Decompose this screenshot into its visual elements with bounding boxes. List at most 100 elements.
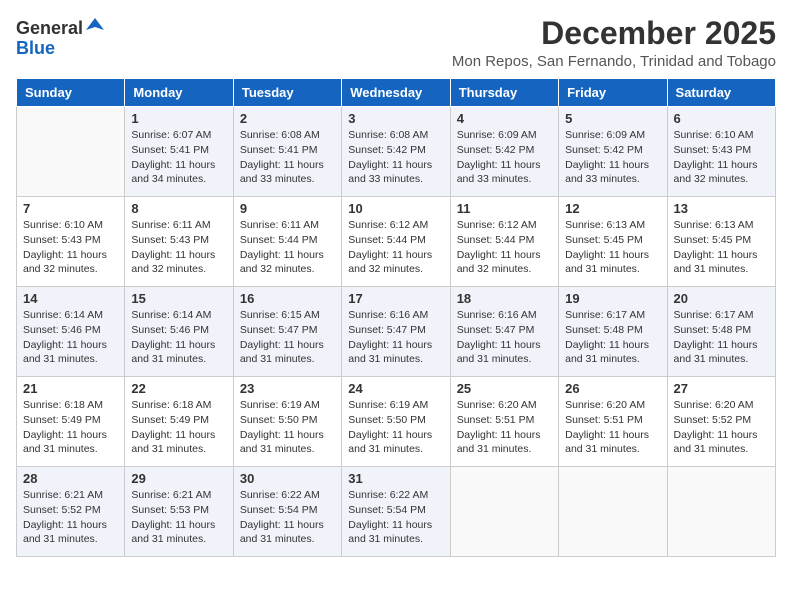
day-info: Sunrise: 6:22 AMSunset: 5:54 PMDaylight:… bbox=[240, 488, 335, 547]
day-number: 21 bbox=[23, 381, 118, 396]
day-number: 13 bbox=[674, 201, 769, 216]
calendar-day-cell: 31 Sunrise: 6:22 AMSunset: 5:54 PMDayligh… bbox=[342, 467, 450, 557]
page-header: General Blue December 2025 Mon Repos, Sa… bbox=[16, 16, 776, 70]
day-info: Sunrise: 6:20 AMSunset: 5:52 PMDaylight:… bbox=[674, 398, 769, 457]
weekday-header: Thursday bbox=[450, 79, 558, 107]
day-info: Sunrise: 6:20 AMSunset: 5:51 PMDaylight:… bbox=[457, 398, 552, 457]
calendar-day-cell: 15 Sunrise: 6:14 AMSunset: 5:46 PMDayligh… bbox=[125, 287, 233, 377]
calendar-day-cell: 6 Sunrise: 6:10 AMSunset: 5:43 PMDaylight… bbox=[667, 107, 775, 197]
day-info: Sunrise: 6:18 AMSunset: 5:49 PMDaylight:… bbox=[131, 398, 226, 457]
day-info: Sunrise: 6:07 AMSunset: 5:41 PMDaylight:… bbox=[131, 128, 226, 187]
day-number: 7 bbox=[23, 201, 118, 216]
calendar-day-cell: 27 Sunrise: 6:20 AMSunset: 5:52 PMDayligh… bbox=[667, 377, 775, 467]
calendar-day-cell: 7Sunrise: 6:10 AMSunset: 5:43 PMDaylight… bbox=[17, 197, 125, 287]
calendar-day-cell: 2 Sunrise: 6:08 AMSunset: 5:41 PMDaylight… bbox=[233, 107, 341, 197]
calendar-header-row: SundayMondayTuesdayWednesdayThursdayFrid… bbox=[17, 79, 776, 107]
calendar-day-cell: 4Sunrise: 6:09 AMSunset: 5:42 PMDaylight… bbox=[450, 107, 558, 197]
calendar-day-cell: 3Sunrise: 6:08 AMSunset: 5:42 PMDaylight… bbox=[342, 107, 450, 197]
calendar-day-cell bbox=[450, 467, 558, 557]
calendar-week-row: 21 Sunrise: 6:18 AMSunset: 5:49 PMDayligh… bbox=[17, 377, 776, 467]
day-number: 27 bbox=[674, 381, 769, 396]
day-info: Sunrise: 6:09 AMSunset: 5:42 PMDaylight:… bbox=[565, 128, 660, 187]
day-number: 1 bbox=[131, 111, 226, 126]
day-info: Sunrise: 6:11 AMSunset: 5:44 PMDaylight:… bbox=[240, 218, 335, 277]
day-number: 5 bbox=[565, 111, 660, 126]
calendar-day-cell: 10 Sunrise: 6:12 AMSunset: 5:44 PMDayligh… bbox=[342, 197, 450, 287]
day-info: Sunrise: 6:11 AMSunset: 5:43 PMDaylight:… bbox=[131, 218, 226, 277]
calendar-week-row: 14Sunrise: 6:14 AMSunset: 5:46 PMDayligh… bbox=[17, 287, 776, 377]
day-number: 8 bbox=[131, 201, 226, 216]
weekday-header: Wednesday bbox=[342, 79, 450, 107]
day-info: Sunrise: 6:14 AMSunset: 5:46 PMDaylight:… bbox=[23, 308, 118, 367]
day-info: Sunrise: 6:14 AMSunset: 5:46 PMDaylight:… bbox=[131, 308, 226, 367]
weekday-header: Friday bbox=[559, 79, 667, 107]
day-info: Sunrise: 6:16 AMSunset: 5:47 PMDaylight:… bbox=[348, 308, 443, 367]
day-number: 2 bbox=[240, 111, 335, 126]
day-info: Sunrise: 6:15 AMSunset: 5:47 PMDaylight:… bbox=[240, 308, 335, 367]
logo-blue-text: Blue bbox=[16, 38, 55, 58]
day-number: 12 bbox=[565, 201, 660, 216]
calendar-day-cell: 24 Sunrise: 6:19 AMSunset: 5:50 PMDayligh… bbox=[342, 377, 450, 467]
day-info: Sunrise: 6:19 AMSunset: 5:50 PMDaylight:… bbox=[348, 398, 443, 457]
day-info: Sunrise: 6:12 AMSunset: 5:44 PMDaylight:… bbox=[457, 218, 552, 277]
day-number: 30 bbox=[240, 471, 335, 486]
calendar-week-row: 7Sunrise: 6:10 AMSunset: 5:43 PMDaylight… bbox=[17, 197, 776, 287]
day-info: Sunrise: 6:21 AMSunset: 5:52 PMDaylight:… bbox=[23, 488, 118, 547]
calendar-day-cell: 29Sunrise: 6:21 AMSunset: 5:53 PMDayligh… bbox=[125, 467, 233, 557]
day-number: 15 bbox=[131, 291, 226, 306]
day-info: Sunrise: 6:13 AMSunset: 5:45 PMDaylight:… bbox=[674, 218, 769, 277]
logo-bird-icon bbox=[86, 16, 104, 34]
calendar-day-cell: 18 Sunrise: 6:16 AMSunset: 5:47 PMDayligh… bbox=[450, 287, 558, 377]
calendar-day-cell: 21 Sunrise: 6:18 AMSunset: 5:49 PMDayligh… bbox=[17, 377, 125, 467]
day-number: 16 bbox=[240, 291, 335, 306]
logo: General Blue bbox=[16, 16, 104, 59]
day-number: 24 bbox=[348, 381, 443, 396]
calendar-day-cell: 13 Sunrise: 6:13 AMSunset: 5:45 PMDayligh… bbox=[667, 197, 775, 287]
weekday-header: Monday bbox=[125, 79, 233, 107]
day-number: 10 bbox=[348, 201, 443, 216]
location-subtitle: Mon Repos, San Fernando, Trinidad and To… bbox=[452, 53, 776, 70]
month-title: December 2025 bbox=[452, 16, 776, 51]
day-info: Sunrise: 6:20 AMSunset: 5:51 PMDaylight:… bbox=[565, 398, 660, 457]
calendar-day-cell: 17Sunrise: 6:16 AMSunset: 5:47 PMDayligh… bbox=[342, 287, 450, 377]
day-number: 31 bbox=[348, 471, 443, 486]
day-number: 22 bbox=[131, 381, 226, 396]
day-number: 20 bbox=[674, 291, 769, 306]
day-info: Sunrise: 6:08 AMSunset: 5:41 PMDaylight:… bbox=[240, 128, 335, 187]
day-info: Sunrise: 6:17 AMSunset: 5:48 PMDaylight:… bbox=[674, 308, 769, 367]
calendar-table: SundayMondayTuesdayWednesdayThursdayFrid… bbox=[16, 78, 776, 557]
calendar-day-cell: 28 Sunrise: 6:21 AMSunset: 5:52 PMDayligh… bbox=[17, 467, 125, 557]
day-info: Sunrise: 6:19 AMSunset: 5:50 PMDaylight:… bbox=[240, 398, 335, 457]
day-info: Sunrise: 6:08 AMSunset: 5:42 PMDaylight:… bbox=[348, 128, 443, 187]
calendar-day-cell bbox=[559, 467, 667, 557]
calendar-day-cell: 16 Sunrise: 6:15 AMSunset: 5:47 PMDayligh… bbox=[233, 287, 341, 377]
day-number: 6 bbox=[674, 111, 769, 126]
calendar-day-cell: 26 Sunrise: 6:20 AMSunset: 5:51 PMDayligh… bbox=[559, 377, 667, 467]
calendar-day-cell: 11 Sunrise: 6:12 AMSunset: 5:44 PMDayligh… bbox=[450, 197, 558, 287]
calendar-day-cell: 20 Sunrise: 6:17 AMSunset: 5:48 PMDayligh… bbox=[667, 287, 775, 377]
calendar-day-cell: 14Sunrise: 6:14 AMSunset: 5:46 PMDayligh… bbox=[17, 287, 125, 377]
day-number: 19 bbox=[565, 291, 660, 306]
day-info: Sunrise: 6:22 AMSunset: 5:54 PMDaylight:… bbox=[348, 488, 443, 547]
calendar-day-cell: 22 Sunrise: 6:18 AMSunset: 5:49 PMDayligh… bbox=[125, 377, 233, 467]
title-block: December 2025 Mon Repos, San Fernando, T… bbox=[452, 16, 776, 70]
day-info: Sunrise: 6:21 AMSunset: 5:53 PMDaylight:… bbox=[131, 488, 226, 547]
day-info: Sunrise: 6:13 AMSunset: 5:45 PMDaylight:… bbox=[565, 218, 660, 277]
day-number: 18 bbox=[457, 291, 552, 306]
day-number: 11 bbox=[457, 201, 552, 216]
day-number: 4 bbox=[457, 111, 552, 126]
day-info: Sunrise: 6:18 AMSunset: 5:49 PMDaylight:… bbox=[23, 398, 118, 457]
day-number: 23 bbox=[240, 381, 335, 396]
day-info: Sunrise: 6:12 AMSunset: 5:44 PMDaylight:… bbox=[348, 218, 443, 277]
day-info: Sunrise: 6:10 AMSunset: 5:43 PMDaylight:… bbox=[674, 128, 769, 187]
day-info: Sunrise: 6:16 AMSunset: 5:47 PMDaylight:… bbox=[457, 308, 552, 367]
calendar-day-cell: 25 Sunrise: 6:20 AMSunset: 5:51 PMDayligh… bbox=[450, 377, 558, 467]
day-number: 25 bbox=[457, 381, 552, 396]
day-number: 26 bbox=[565, 381, 660, 396]
day-number: 28 bbox=[23, 471, 118, 486]
calendar-day-cell: 5 Sunrise: 6:09 AMSunset: 5:42 PMDaylight… bbox=[559, 107, 667, 197]
calendar-day-cell: 8 Sunrise: 6:11 AMSunset: 5:43 PMDaylight… bbox=[125, 197, 233, 287]
weekday-header: Sunday bbox=[17, 79, 125, 107]
calendar-day-cell bbox=[17, 107, 125, 197]
calendar-day-cell: 9Sunrise: 6:11 AMSunset: 5:44 PMDaylight… bbox=[233, 197, 341, 287]
